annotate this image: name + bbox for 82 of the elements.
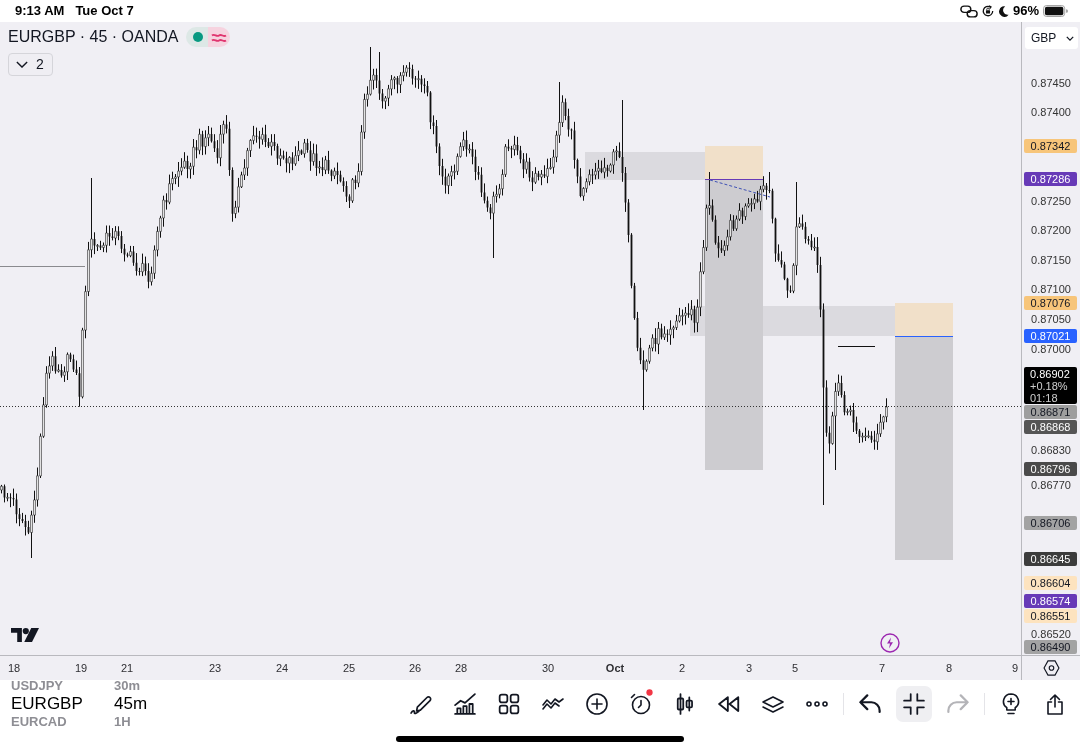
logo-icon [11,628,39,642]
pen-icon [410,693,432,715]
symbol-title: EURGBP · 45 · OANDA [8,27,179,47]
wave-icon [208,27,231,47]
date-label: 19 [74,661,88,675]
status-time: 9:13 AM [15,2,65,21]
month-label: Oct [605,661,625,675]
more-icon [806,701,828,707]
candles-icon [675,693,695,715]
price-marker: 0.86574 [1024,594,1077,608]
battery-icon [1043,5,1068,17]
date-label: 25 [342,661,356,675]
link-icon [959,4,978,18]
share-icon [1046,693,1064,715]
countdown-label: 01:18 [1030,392,1059,404]
price-marker: 0.86868 [1024,420,1077,434]
price-marker: 0.86645 [1024,552,1077,566]
date-label: 24 [275,661,289,675]
plus-circle-icon [586,693,608,715]
price-label: 0.87050 [1030,312,1072,326]
collapse-icon [903,693,925,715]
status-date: Tue Oct 7 [75,2,134,21]
price-marker: 0.87342 [1024,139,1077,153]
price-label: 0.86520 [1030,627,1072,641]
date-label: 3 [745,661,753,675]
layers-icon [762,695,784,713]
date-label: 5 [791,661,799,675]
price-marker: 0.86551 [1024,609,1077,623]
price-label: 0.87150 [1030,253,1072,267]
price-label: 0.86770 [1030,478,1072,492]
symbol-option[interactable]: EURGBP [11,695,114,713]
date-label: 28 [454,661,468,675]
price-change-label: +0.18% [1030,380,1069,392]
date-label: 7 [878,661,886,675]
rewind-icon [718,695,740,713]
rotation-lock-icon [981,5,994,17]
level-line [704,178,764,181]
level-line [837,345,876,348]
price-marker: 0.86706 [1024,516,1077,530]
price-marker: 0.87021 [1024,329,1077,343]
price-marker: 0.87076 [1024,296,1077,310]
date-label: 21 [120,661,134,675]
currency-dropdown[interactable]: GBP [1025,27,1078,49]
lightbulb-plus-icon [1002,693,1020,715]
date-label: 9 [1011,661,1019,675]
notification-dot-icon [646,689,653,696]
grid-icon [498,693,520,715]
moon-icon [997,5,1009,17]
chevron-down-icon [16,61,28,68]
price-marker: 0.86871 [1024,405,1077,419]
lightning-icon[interactable] [880,633,900,653]
price-marker: 0.87286 [1024,172,1077,186]
indicators-toggle-button[interactable]: 2 [8,53,53,76]
price-label: 0.87200 [1030,223,1072,237]
price-marker: 0.86604 [1024,576,1077,590]
redo-icon [947,694,969,714]
bar-chart-icon [454,693,476,715]
interval-option[interactable]: 45m [114,695,204,713]
date-label: 23 [208,661,222,675]
collapse-button[interactable] [896,686,932,722]
date-label: 8 [945,661,953,675]
settings-icon[interactable] [1042,660,1060,676]
last-price-label: 0.86902 [1030,368,1071,380]
price-label: 0.87250 [1030,194,1072,208]
alarm-clock-icon [630,693,652,715]
date-label: 26 [408,661,422,675]
price-label: 0.87000 [1030,342,1072,356]
date-label: 30 [541,661,555,675]
price-label: 0.87450 [1030,76,1072,90]
battery-percent: 96% [1012,2,1039,21]
date-label: 18 [7,661,21,675]
price-label: 0.86830 [1030,443,1072,457]
price-marker: 0.86490 [1024,640,1077,654]
trend-line [709,179,771,198]
chevron-down-icon [1066,35,1074,41]
level-line [894,335,954,338]
undo-icon [859,694,881,714]
zigzag-icon [542,698,564,710]
date-label: 2 [678,661,686,675]
price-label: 0.87100 [1030,282,1072,296]
price-marker: 0.86796 [1024,462,1077,476]
price-label: 0.87400 [1030,105,1072,119]
